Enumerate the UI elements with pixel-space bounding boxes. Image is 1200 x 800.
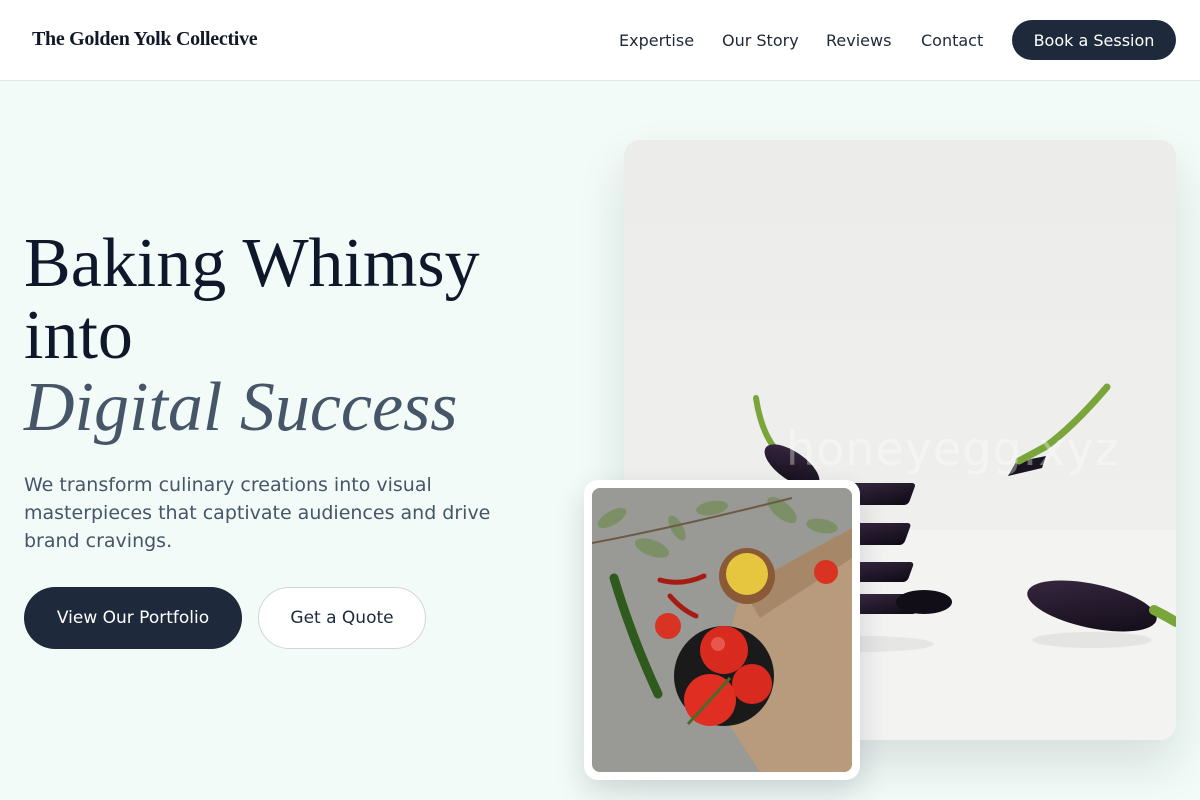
hero-title-line-3: Digital Success: [24, 369, 458, 446]
hero-title-line-1: Baking Whimsy: [24, 225, 480, 302]
nav-link-reviews[interactable]: Reviews: [826, 31, 891, 50]
secondary-image-card: [584, 480, 860, 780]
site-header: The Golden Yolk Collective Expertise Our…: [0, 0, 1200, 81]
hero-title-line-2: into: [24, 297, 133, 374]
get-quote-button[interactable]: Get a Quote: [258, 587, 426, 649]
view-portfolio-button[interactable]: View Our Portfolio: [24, 587, 242, 649]
secondary-image-tomatoes: [592, 488, 852, 772]
brand-logo[interactable]: The Golden Yolk Collective: [32, 28, 258, 51]
hero-subtitle: We transform culinary creations into vis…: [24, 474, 491, 552]
book-session-button[interactable]: Book a Session: [1012, 20, 1176, 60]
hero-title: Baking Whimsy into Digital Success: [24, 228, 584, 444]
nav-link-contact[interactable]: Contact: [921, 31, 983, 50]
nav-link-expertise[interactable]: Expertise: [619, 31, 694, 50]
image-watermark: honeyegg.xyz: [786, 422, 1120, 476]
nav-link-our-story[interactable]: Our Story: [722, 31, 799, 50]
